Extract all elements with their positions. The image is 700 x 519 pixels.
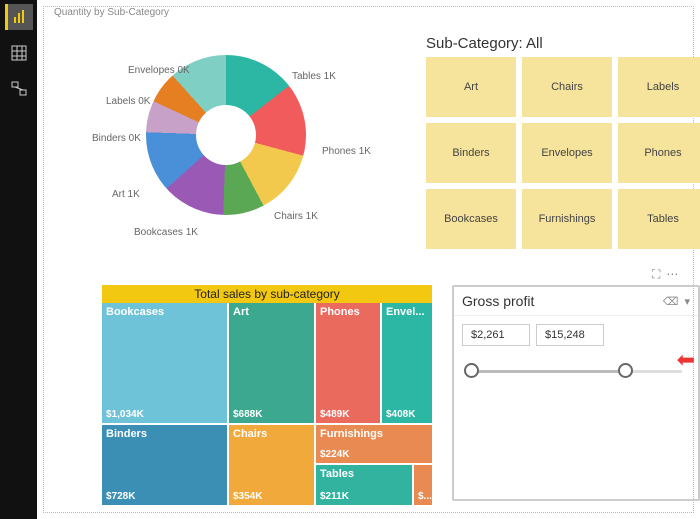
donut-chart-visual[interactable]: Tables 1K Phones 1K Chairs 1K Bookcases … (74, 41, 414, 271)
treemap-envelopes[interactable]: Envel...$408K (382, 303, 432, 423)
slicer-item-binders[interactable]: Binders (426, 123, 516, 183)
gross-profit-min-input[interactable]: $2,261 (462, 324, 530, 346)
slicer-item-chairs[interactable]: Chairs (522, 57, 612, 117)
treemap-binders[interactable]: Binders$728K (102, 425, 227, 505)
donut-label-tables: Tables 1K (292, 71, 336, 82)
slicer-title: Sub-Category: All (426, 35, 543, 52)
treemap-bookcases[interactable]: Bookcases$1,034K (102, 303, 227, 423)
treemap-chairs[interactable]: Chairs$354K (229, 425, 314, 505)
donut-label-labels: Labels 0K (106, 96, 150, 107)
report-canvas: Quantity by Sub-Category Tables 1K Phone… (37, 0, 700, 519)
slicer-item-art[interactable]: Art (426, 57, 516, 117)
visual-title: Quantity by Sub-Category (52, 7, 171, 18)
report-view-icon[interactable] (5, 4, 33, 30)
treemap-art[interactable]: Art$688K (229, 303, 314, 423)
slicer-item-phones[interactable]: Phones (618, 123, 700, 183)
chevron-down-icon[interactable]: ▾ (684, 295, 690, 308)
model-view-icon[interactable] (5, 76, 33, 102)
clear-selection-icon[interactable]: ⌫ (663, 295, 679, 308)
gross-profit-max-input[interactable]: $15,248 (536, 324, 604, 346)
more-options-icon[interactable]: ⋯ (666, 267, 678, 282)
slicer-item-bookcases[interactable]: Bookcases (426, 189, 516, 249)
treemap-tables[interactable]: Tables$211K (316, 465, 412, 505)
slicer-item-furnishings[interactable]: Furnishings (522, 189, 612, 249)
donut-label-phones: Phones 1K (322, 146, 371, 157)
treemap-title: Total sales by sub-category (102, 285, 432, 303)
slicer-item-tables[interactable]: Tables (618, 189, 700, 249)
donut-label-chairs: Chairs 1K (274, 211, 318, 222)
donut-label-bookcases: Bookcases 1K (134, 227, 198, 238)
treemap-phones[interactable]: Phones$489K (316, 303, 380, 423)
donut-label-envelopes: Envelopes 0K (128, 65, 190, 76)
report-page: Quantity by Sub-Category Tables 1K Phone… (43, 6, 694, 513)
data-view-icon[interactable] (5, 40, 33, 66)
slicer-item-labels[interactable]: Labels (618, 57, 700, 117)
gross-profit-slicer[interactable]: Gross profit ⌫ ▾ $2,261 $15,248 (452, 285, 700, 501)
annotation-arrow-icon: ⬅ (677, 347, 695, 373)
treemap-visual[interactable]: Bookcases$1,034K Binders$728K Art$688K C… (102, 303, 432, 505)
slider-handle-max[interactable] (618, 363, 633, 378)
visual-header-icons: ⛶ ⋯ (652, 267, 678, 282)
treemap-other[interactable]: $... (414, 465, 432, 505)
donut-label-art: Art 1K (112, 189, 140, 200)
donut-chart (146, 55, 306, 215)
focus-mode-icon[interactable]: ⛶ (652, 267, 660, 282)
treemap-furnishings[interactable]: Furnishings$224K (316, 425, 432, 463)
slicer-item-envelopes[interactable]: Envelopes (522, 123, 612, 183)
slicer-grid: Art Chairs Labels Binders Envelopes Phon… (426, 57, 700, 249)
slider-handle-min[interactable] (464, 363, 479, 378)
gross-profit-slider[interactable] (470, 362, 682, 380)
gross-profit-title: Gross profit (462, 293, 534, 309)
donut-label-binders: Binders 0K (92, 133, 141, 144)
nav-rail (0, 0, 37, 519)
